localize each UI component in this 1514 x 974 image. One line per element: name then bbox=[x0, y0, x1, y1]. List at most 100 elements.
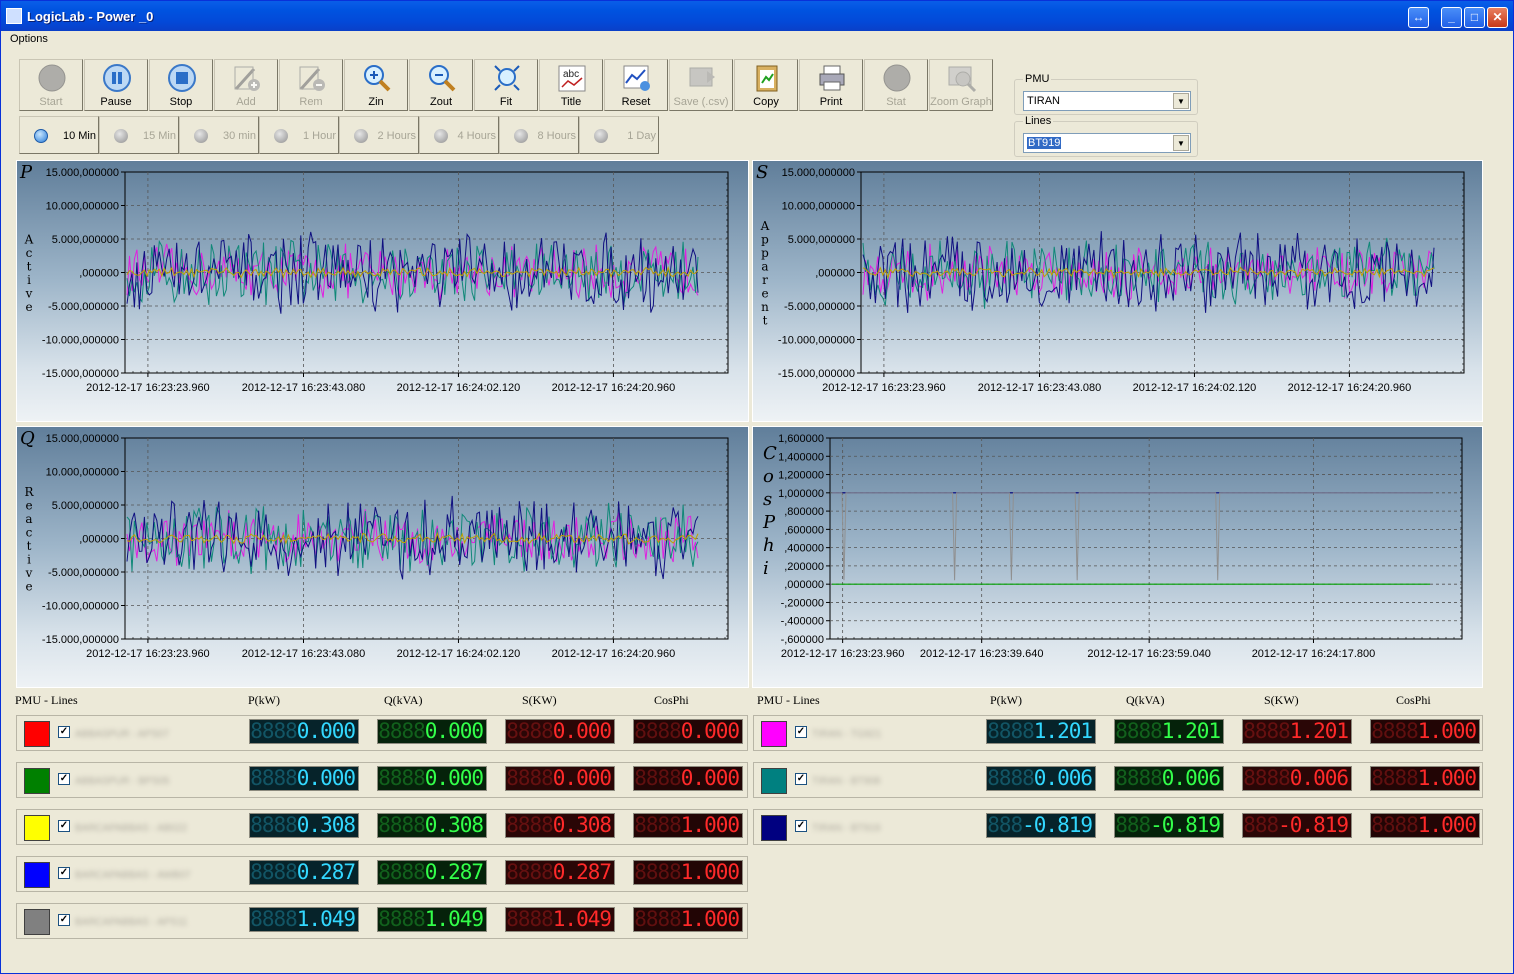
toolbar-stop-button[interactable]: Stop bbox=[149, 59, 213, 111]
toolbar-add-button[interactable]: Add bbox=[214, 59, 278, 111]
y-tick-label: 5.000,000000 bbox=[52, 500, 119, 512]
line-visible-checkbox[interactable]: ✓ bbox=[58, 726, 70, 738]
cosphi-value-display: 88881.000 bbox=[1370, 719, 1480, 744]
cosphi-value-display: 88881.000 bbox=[1370, 766, 1480, 791]
toolbar-label: Add bbox=[236, 96, 256, 108]
range-15-min-button[interactable]: 15 Min bbox=[99, 116, 179, 154]
s-value-display: 88880.000 bbox=[505, 719, 615, 744]
chart-active-power[interactable]: P Ac t i v e 15.000,000000 10.000,000000 5.000,0… bbox=[16, 160, 749, 422]
range-1-hour-button[interactable]: 1 Hour bbox=[259, 116, 339, 154]
table-row: ✓ BARCAPABBAS - AB022 88880.308 88880.308 88… bbox=[16, 809, 748, 845]
toolbar-label: Copy bbox=[753, 96, 779, 108]
chart-cosphi[interactable]: Co s Ph i 1,600000 1,400000 1,200000 1,000000 ,8… bbox=[752, 426, 1483, 688]
range-10-min-button[interactable]: 10 Min bbox=[19, 116, 99, 154]
line-visible-checkbox[interactable]: ✓ bbox=[58, 914, 70, 926]
toolbar-label: Pause bbox=[100, 96, 132, 108]
toolbar-stat-button[interactable]: Stat bbox=[864, 59, 928, 111]
toolbar-zout-button[interactable]: Zout bbox=[409, 59, 473, 111]
x-tick-label: 2012-12-17 16:23:59.040 bbox=[1087, 648, 1211, 660]
line-color-swatch[interactable] bbox=[24, 815, 50, 841]
x-tick-label: 2012-12-17 16:24:20.960 bbox=[1288, 382, 1412, 394]
toolbar-copy-button[interactable]: Copy bbox=[734, 59, 798, 111]
menu-options[interactable]: Options bbox=[10, 33, 48, 45]
line-color-swatch[interactable] bbox=[24, 721, 50, 747]
y-axis-label-char: t bbox=[27, 260, 32, 274]
range-8-hours-button[interactable]: 8 Hours bbox=[499, 116, 579, 154]
toolbar-label: Save (.csv) bbox=[673, 96, 729, 108]
y-tick-label: 15.000,000000 bbox=[46, 433, 119, 445]
lines-group: Lines BT919 ▼ bbox=[1014, 115, 1198, 157]
y-axis-label-char: A bbox=[760, 219, 770, 233]
q-value-display: 88881.201 bbox=[1114, 719, 1224, 744]
chart-reactive-power[interactable]: Q Re a c t i v e 15.000,000000 10.000,000000 5.000… bbox=[16, 426, 749, 688]
x-tick-label: 2012-12-17 16:24:02.120 bbox=[397, 648, 521, 660]
s-value-display: 88880.000 bbox=[505, 766, 615, 791]
y-tick-label: 1,200000 bbox=[778, 470, 824, 482]
line-color-swatch[interactable] bbox=[761, 721, 787, 747]
y-tick-label: -,200000 bbox=[781, 597, 824, 609]
line-color-swatch[interactable] bbox=[761, 815, 787, 841]
title-bar[interactable]: LogicLab - Power _0 ↔ _ □ ✕ bbox=[1, 1, 1513, 31]
p-value-display: 888-0.819 bbox=[986, 813, 1096, 838]
toolbar-zoom-graph-button[interactable]: Zoom Graph bbox=[929, 59, 993, 111]
toolbar-label: Print bbox=[819, 96, 843, 108]
toolbar-fit-button[interactable]: Fit bbox=[474, 59, 538, 111]
y-axis-label-char: v bbox=[25, 566, 33, 580]
table-row: ✓ BARCAPABBAS - APS11 88881.049 88881.049 88… bbox=[16, 903, 748, 939]
cosphi-value-display: 88881.000 bbox=[633, 907, 743, 932]
chart-svg: S Apparent 15.000,000000 10.000,000000 5.000… bbox=[756, 162, 1465, 394]
toolbar-reset-button[interactable]: Reset bbox=[604, 59, 668, 111]
q-value-display: 88880.287 bbox=[377, 860, 487, 885]
toolbar-save-csv-button[interactable]: Save (.csv) bbox=[669, 59, 733, 111]
x-tick-label: 2012-12-17 16:23:43.080 bbox=[242, 648, 366, 660]
time-range-bar: 10 Min 15 Min 30 min 1 Hour 2 Hours 4 Hours 8 … bbox=[19, 116, 659, 154]
chevron-down-icon[interactable]: ▼ bbox=[1173, 93, 1189, 109]
line-visible-checkbox[interactable]: ✓ bbox=[795, 820, 807, 832]
toolbar-rem-button[interactable]: Rem bbox=[279, 59, 343, 111]
chevron-down-icon[interactable]: ▼ bbox=[1173, 135, 1189, 151]
line-color-swatch[interactable] bbox=[24, 862, 50, 888]
line-visible-checkbox[interactable]: ✓ bbox=[795, 726, 807, 738]
s-value-display: 888-0.819 bbox=[1242, 813, 1352, 838]
reset-chart-icon bbox=[622, 63, 652, 93]
x-tick-label: 2012-12-17 16:23:39.640 bbox=[920, 648, 1044, 660]
p-value-display: 88880.000 bbox=[249, 719, 359, 744]
minimize-button[interactable]: _ bbox=[1441, 7, 1462, 28]
restore-arrows-icon[interactable]: ↔ bbox=[1408, 7, 1429, 28]
range-30-min-button[interactable]: 30 min bbox=[179, 116, 259, 154]
range-4-hours-button[interactable]: 4 Hours bbox=[419, 116, 499, 154]
toolbar-pause-button[interactable]: Pause bbox=[84, 59, 148, 111]
pmu-select[interactable]: TIRAN ▼ bbox=[1023, 91, 1191, 111]
s-value-display: 88881.049 bbox=[505, 907, 615, 932]
cosphi-value-display: 88881.000 bbox=[633, 813, 743, 838]
line-color-swatch[interactable] bbox=[761, 768, 787, 794]
chart-letter: Q bbox=[20, 428, 35, 449]
table-row: ✓ TIRAN - TG921 88881.201 88881.201 88881.20… bbox=[753, 715, 1483, 751]
line-visible-checkbox[interactable]: ✓ bbox=[58, 773, 70, 785]
maximize-button[interactable]: □ bbox=[1464, 7, 1485, 28]
y-tick-label: -15.000,000000 bbox=[42, 368, 119, 380]
chart-apparent-power[interactable]: S Ap p a r e n t 15.000,000000 10.000,000000 5.000… bbox=[752, 160, 1483, 422]
y-axis-label-char: i bbox=[27, 273, 31, 287]
line-visible-checkbox[interactable]: ✓ bbox=[58, 867, 70, 879]
close-button[interactable]: ✕ bbox=[1487, 7, 1508, 28]
range-1-day-button[interactable]: 1 Day bbox=[579, 116, 659, 154]
radio-dot-icon bbox=[594, 129, 608, 143]
line-visible-checkbox[interactable]: ✓ bbox=[58, 820, 70, 832]
line-color-swatch[interactable] bbox=[24, 909, 50, 935]
pmu-group: PMU TIRAN ▼ bbox=[1014, 73, 1198, 115]
lines-select[interactable]: BT919 ▼ bbox=[1023, 133, 1191, 153]
toolbar-zin-button[interactable]: Zin bbox=[344, 59, 408, 111]
toolbar-print-button[interactable]: Print bbox=[799, 59, 863, 111]
y-tick-label: -15.000,000000 bbox=[778, 368, 855, 380]
toolbar-start-button[interactable]: Start bbox=[19, 59, 83, 111]
line-visible-checkbox[interactable]: ✓ bbox=[795, 773, 807, 785]
range-2-hours-button[interactable]: 2 Hours bbox=[339, 116, 419, 154]
y-tick-label: 1,400000 bbox=[778, 451, 824, 463]
toolbar-title-button[interactable]: abc Title bbox=[539, 59, 603, 111]
app-icon bbox=[6, 8, 22, 24]
chart-title-letter: i bbox=[763, 558, 769, 579]
x-tick-label: 2012-12-17 16:24:20.960 bbox=[552, 648, 676, 660]
range-label: 10 Min bbox=[62, 130, 96, 142]
line-color-swatch[interactable] bbox=[24, 768, 50, 794]
